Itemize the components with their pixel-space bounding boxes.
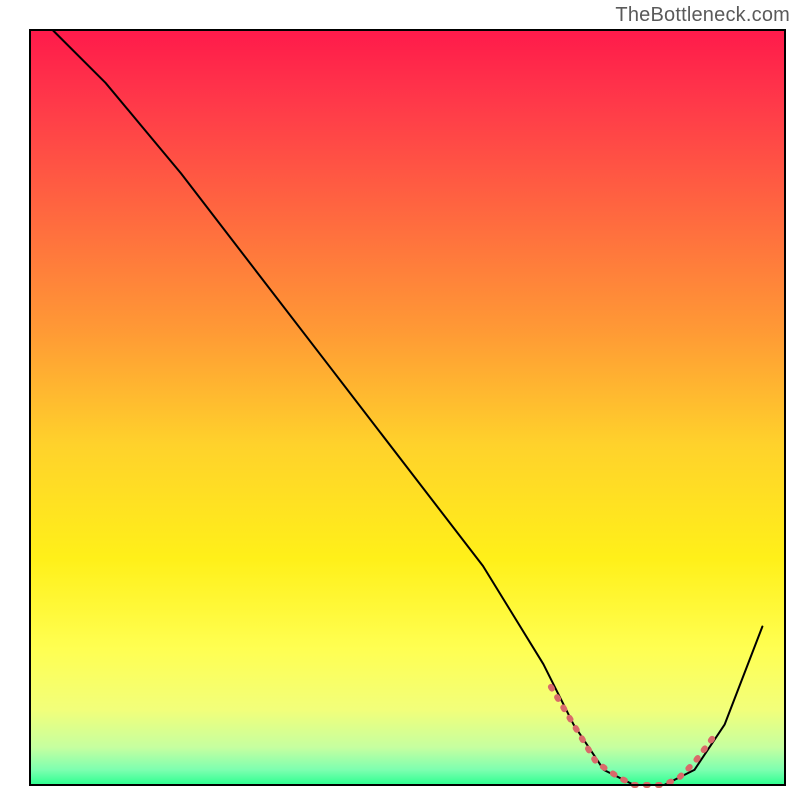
bottleneck-chart (0, 0, 800, 800)
watermark-text: TheBottleneck.com (615, 4, 790, 27)
plot-area (30, 30, 785, 785)
chart-background (30, 30, 785, 785)
